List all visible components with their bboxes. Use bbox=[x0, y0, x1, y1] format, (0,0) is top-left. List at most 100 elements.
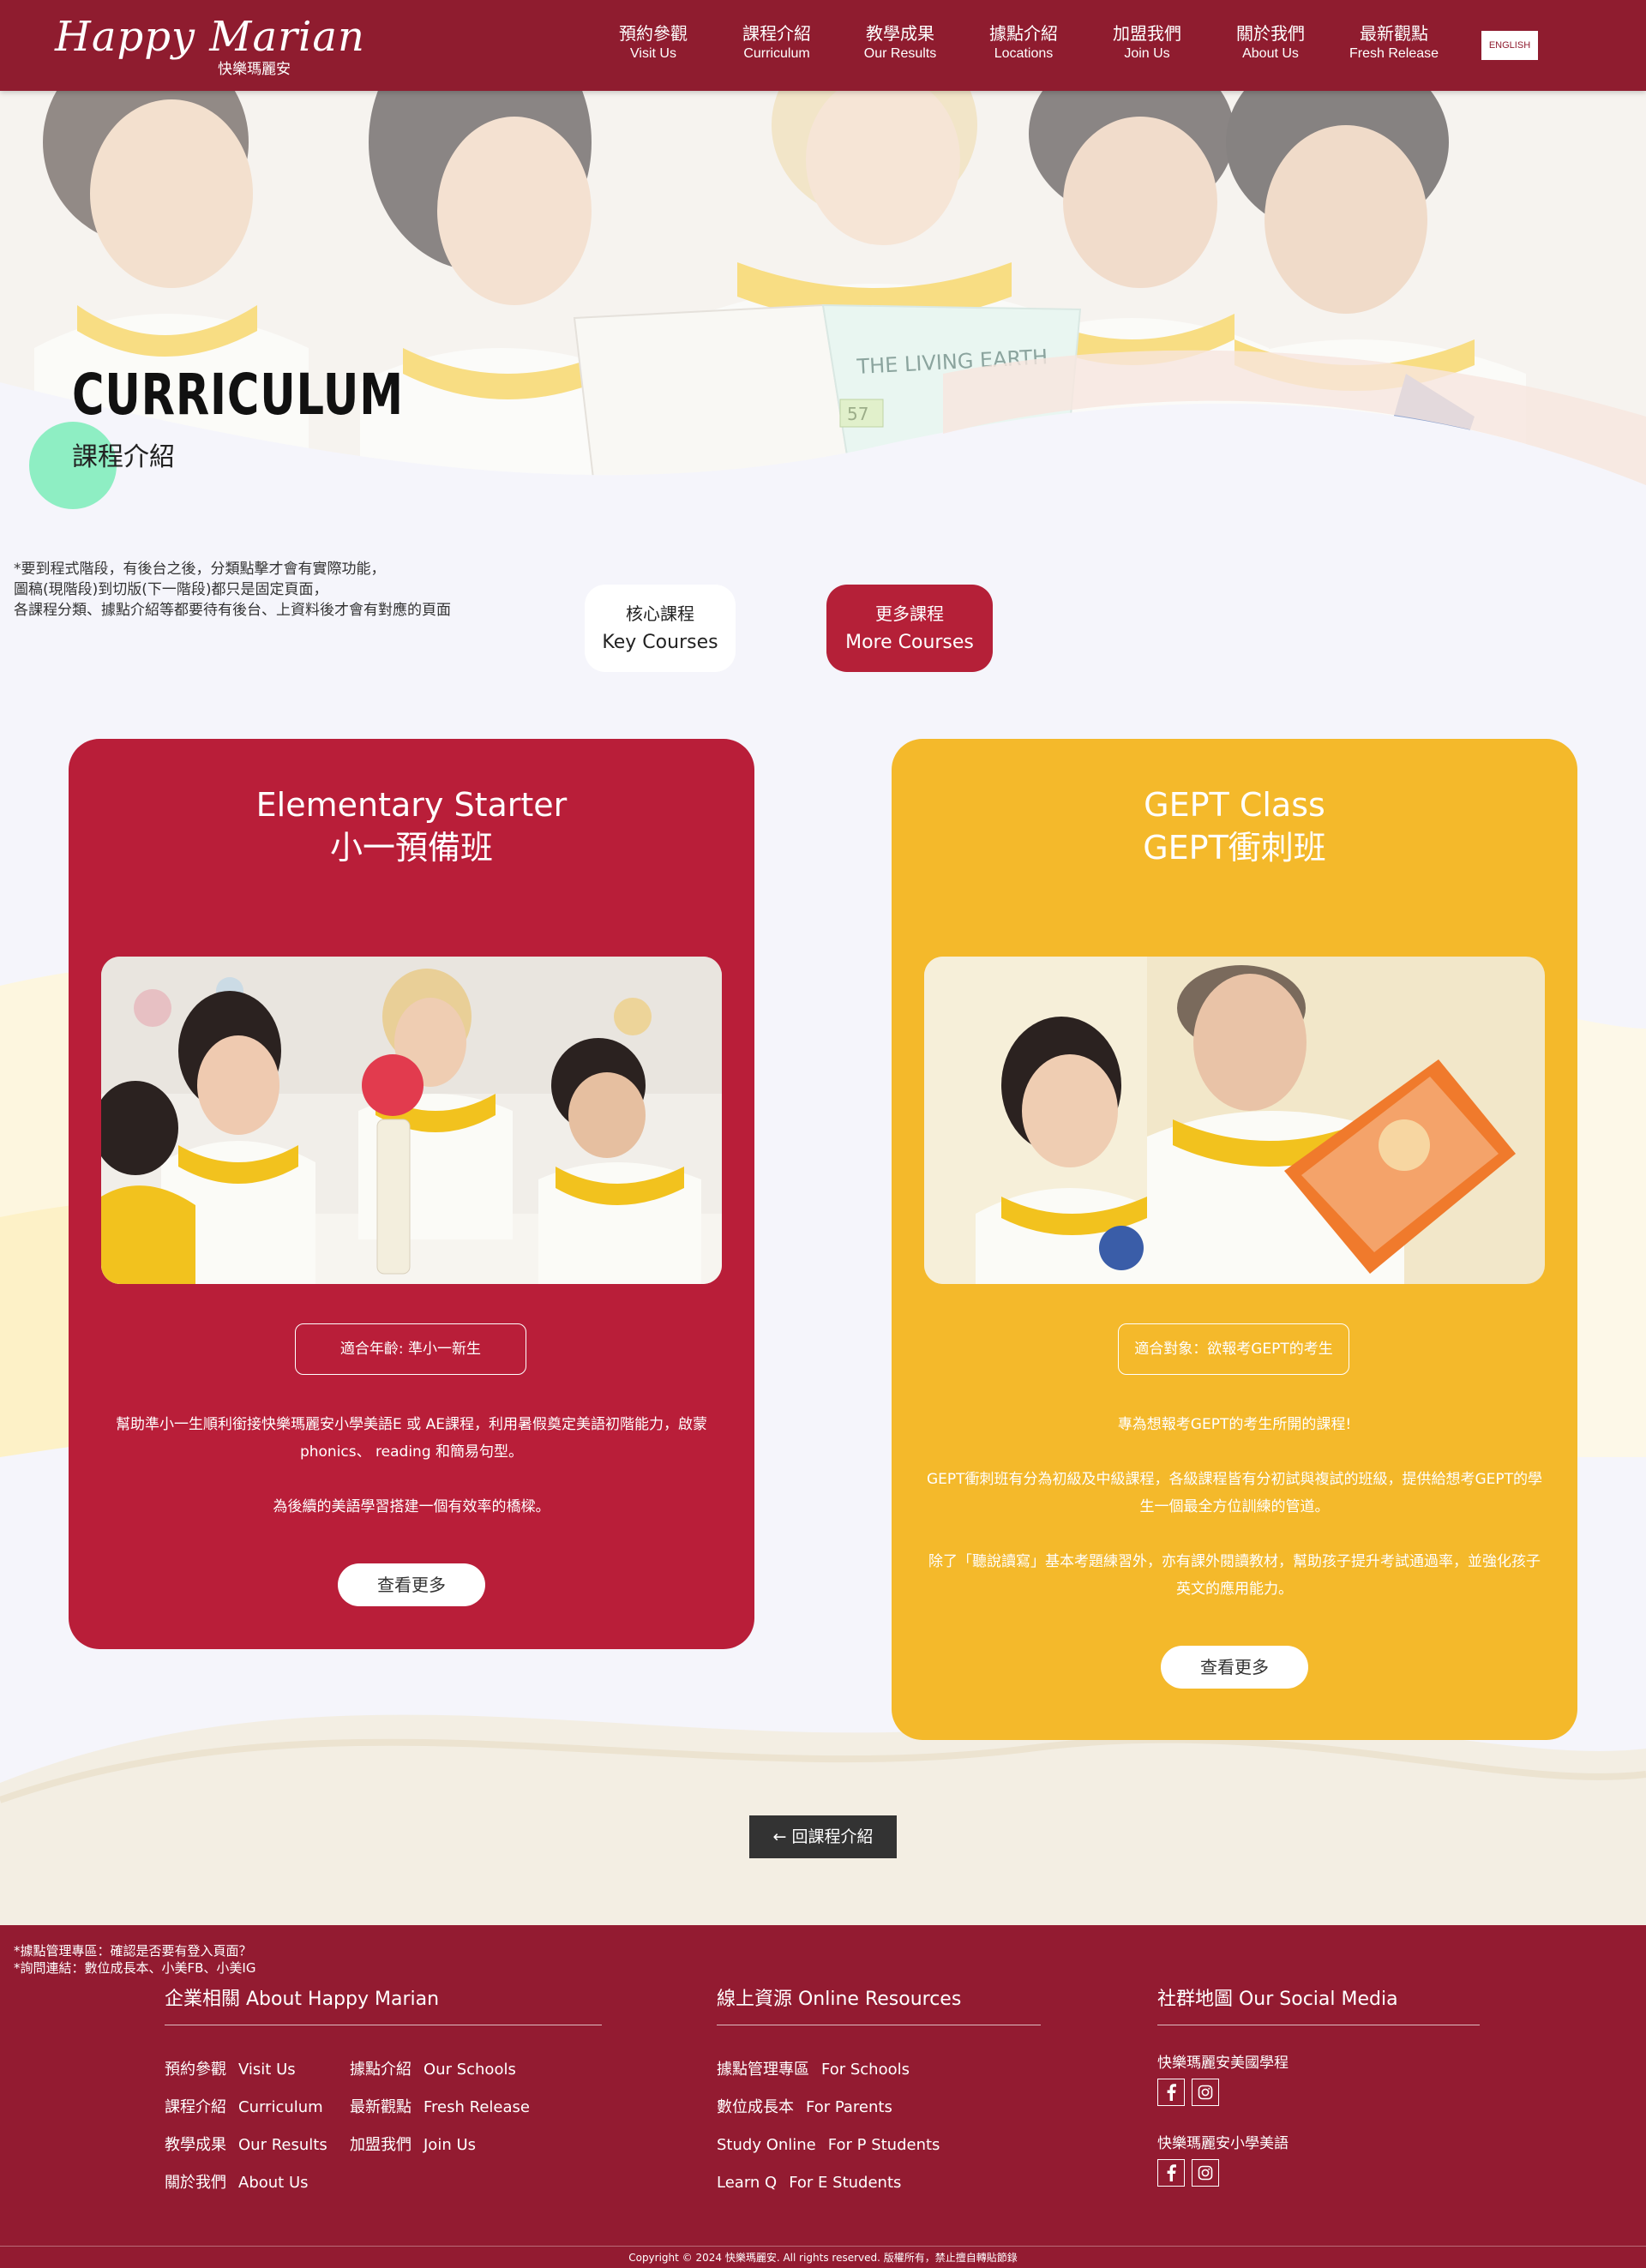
tab-label-zh: 核心課程 bbox=[626, 603, 694, 624]
footer-link-zh: Study Online bbox=[717, 2136, 816, 2154]
tab-label-en: More Courses bbox=[845, 632, 974, 653]
course-photo-teacher-reading bbox=[924, 957, 1545, 1284]
facebook-icon[interactable] bbox=[1157, 2159, 1185, 2187]
course-card-title: Elementary Starter 小一預備班 bbox=[69, 783, 754, 869]
nav-label-zh: 加盟我們 bbox=[1113, 23, 1181, 44]
nav-label-en: Our Results bbox=[863, 46, 937, 61]
footer-link-zh: 數位成長本 bbox=[717, 2098, 794, 2116]
view-more-button[interactable]: 查看更多 bbox=[338, 1563, 485, 1606]
nav-label-zh: 最新觀點 bbox=[1360, 23, 1428, 44]
social-icons bbox=[1157, 2159, 1480, 2187]
nav-label-zh: 關於我們 bbox=[1236, 23, 1305, 44]
footer-link-en: For Parents bbox=[806, 2098, 892, 2116]
footer-link-join-us[interactable]: 加盟我們 Join Us bbox=[350, 2127, 556, 2164]
social-icons bbox=[1157, 2079, 1480, 2106]
language-toggle-button[interactable]: ENGLISH bbox=[1481, 31, 1538, 60]
footer-link-en: Our Results bbox=[238, 2136, 327, 2154]
footer-link-en: For E Students bbox=[789, 2174, 902, 2192]
footer-link-about-us[interactable]: 關於我們 About Us bbox=[165, 2164, 350, 2202]
nav-label-en: Visit Us bbox=[630, 46, 676, 61]
footer-link-en: About Us bbox=[238, 2174, 309, 2192]
facebook-icon[interactable] bbox=[1157, 2079, 1185, 2106]
back-to-curriculum-button[interactable]: ← 回課程介紹 bbox=[749, 1815, 897, 1858]
social-group-elementary-english: 快樂瑪麗安小學美語 bbox=[1157, 2132, 1480, 2187]
nav-item-fresh-release[interactable]: 最新觀點 Fresh Release bbox=[1332, 22, 1456, 63]
tab-label-en: Key Courses bbox=[602, 632, 718, 653]
footer-link-en: Curriculum bbox=[238, 2098, 323, 2116]
hero-wave bbox=[0, 350, 1646, 537]
nav-item-about-us[interactable]: 關於我們 About Us bbox=[1209, 22, 1332, 63]
footer-link-zh: 據點管理專區 bbox=[717, 2061, 809, 2079]
footer-link-en: Our Schools bbox=[424, 2061, 516, 2079]
footer-link-study-online[interactable]: Study Online For P Students bbox=[717, 2127, 1041, 2164]
footer-links-about: 預約參觀 Visit Us 據點介紹 Our Schools 課程介紹 Curricu… bbox=[165, 2051, 602, 2202]
copyright-text: Copyright © 2024 快樂瑪麗安. All rights reser… bbox=[0, 2246, 1646, 2268]
page-title: CURRICULUM bbox=[72, 362, 404, 428]
course-title-zh: 小一預備班 bbox=[329, 829, 493, 867]
course-card-title: GEPT Class GEPT衝刺班 bbox=[892, 783, 1577, 869]
view-more-button[interactable]: 查看更多 bbox=[1161, 1646, 1308, 1689]
course-title-en: Elementary Starter bbox=[255, 786, 568, 824]
logo-script-text: Happy Marian bbox=[55, 13, 365, 61]
footer-link-for-parents[interactable]: 數位成長本 For Parents bbox=[717, 2089, 1041, 2127]
course-description-paragraph: 幫助準小一生順利銜接快樂瑪麗安小學美語E 或 AE課程，利用暑假奠定美語初階能力… bbox=[116, 1416, 707, 1461]
footer-link-for-schools[interactable]: 據點管理專區 For Schools bbox=[717, 2051, 1041, 2089]
nav-item-locations[interactable]: 據點介紹 Locations bbox=[962, 22, 1085, 63]
course-audience-tag: 適合對象：欲報考GEPT的考生 bbox=[1118, 1323, 1349, 1375]
nav-label-en: Join Us bbox=[1124, 46, 1170, 61]
footer-link-zh: 最新觀點 bbox=[350, 2098, 412, 2116]
nav-item-curriculum[interactable]: 課程介紹 Curriculum bbox=[715, 22, 838, 63]
tab-key-courses[interactable]: 核心課程 Key Courses bbox=[585, 585, 736, 672]
nav-item-visit-us[interactable]: 預約參觀 Visit Us bbox=[592, 22, 715, 63]
footer-column-social-media: 社群地圖 Our Social Media 快樂瑪麗安美國學程 快樂瑪麗安小學美… bbox=[1157, 1985, 1480, 2187]
nav-label-en: Curriculum bbox=[743, 46, 810, 61]
course-description: 幫助準小一生順利銜接快樂瑪麗安小學美語E 或 AE課程，利用暑假奠定美語初階能力… bbox=[103, 1411, 720, 1548]
footer-link-our-results[interactable]: 教學成果 Our Results bbox=[165, 2127, 350, 2164]
footer-link-en: Visit Us bbox=[238, 2061, 296, 2079]
footer-link-zh: Learn Q bbox=[717, 2174, 778, 2192]
footer-column-title: 社群地圖 Our Social Media bbox=[1157, 1985, 1480, 2025]
footer-link-fresh-release[interactable]: 最新觀點 Fresh Release bbox=[350, 2089, 556, 2127]
nav-item-join-us[interactable]: 加盟我們 Join Us bbox=[1085, 22, 1209, 63]
course-photo-balloon-experiment bbox=[101, 957, 722, 1284]
footer-link-curriculum[interactable]: 課程介紹 Curriculum bbox=[165, 2089, 350, 2127]
tab-label-zh: 更多課程 bbox=[875, 603, 944, 624]
footer-link-visit-us[interactable]: 預約參觀 Visit Us bbox=[165, 2051, 350, 2089]
course-age-tag: 適合年齡: 準小一新生 bbox=[295, 1323, 526, 1375]
course-card-gept-class: GEPT Class GEPT衝刺班 適合對象：欲報考GEPT的考生 專為想報考… bbox=[892, 739, 1577, 1740]
site-footer: *據點管理專區：確認是否要有登入頁面？ *詢問連結：數位成長本、小美FB、小美I… bbox=[0, 1925, 1646, 2268]
nav-label-zh: 教學成果 bbox=[866, 23, 934, 44]
course-description-paragraph: 除了「聽說讀寫」基本考題練習外，亦有課外閱讀教材，幫助孩子提升考試通過率，並強化… bbox=[928, 1553, 1541, 1598]
tab-more-courses[interactable]: 更多課程 More Courses bbox=[826, 585, 993, 672]
course-description-paragraph: 專為想報考GEPT的考生所開的課程! bbox=[1117, 1416, 1352, 1433]
instagram-icon[interactable] bbox=[1192, 2159, 1219, 2187]
nav-label-zh: 預約參觀 bbox=[619, 23, 688, 44]
footer-link-zh: 加盟我們 bbox=[350, 2136, 412, 2154]
course-description-paragraph: 為後續的美語學習搭建一個有效率的橋樑。 bbox=[273, 1498, 550, 1515]
footer-link-zh: 據點介紹 bbox=[350, 2061, 412, 2079]
footer-links-resources: 據點管理專區 For Schools 數位成長本 For Parents Study… bbox=[717, 2051, 1041, 2202]
footer-link-learn-q[interactable]: Learn Q For E Students bbox=[717, 2164, 1041, 2202]
footer-link-zh: 預約參觀 bbox=[165, 2061, 226, 2079]
footer-link-zh: 關於我們 bbox=[165, 2174, 226, 2192]
footer-column-online-resources: 線上資源 Online Resources 據點管理專區 For Schools … bbox=[717, 1985, 1041, 2202]
footer-column-about: 企業相關 About Happy Marian 預約參觀 Visit Us 據點介… bbox=[165, 1985, 602, 2202]
course-title-en: GEPT Class bbox=[1144, 786, 1325, 824]
hero-banner: THE LIVING EARTH 57 CURRICULUM 課程介紹 bbox=[0, 91, 1646, 537]
course-description: 專為想報考GEPT的考生所開的課程! GEPT衝刺班有分為初級及中級課程，各級課… bbox=[926, 1411, 1543, 1630]
main-nav: 預約參觀 Visit Us 課程介紹 Curriculum 教學成果 Our Resu… bbox=[592, 22, 1456, 63]
footer-link-our-schools[interactable]: 據點介紹 Our Schools bbox=[350, 2051, 556, 2089]
footer-developer-note: *據點管理專區：確認是否要有登入頁面？ *詢問連結：數位成長本、小美FB、小美I… bbox=[14, 1943, 256, 1976]
social-group-label: 快樂瑪麗安美國學程 bbox=[1157, 2055, 1289, 2072]
footer-link-zh: 教學成果 bbox=[165, 2136, 226, 2154]
nav-label-zh: 據點介紹 bbox=[989, 23, 1058, 44]
nav-label-zh: 課程介紹 bbox=[742, 23, 811, 44]
footer-link-en: Join Us bbox=[424, 2136, 477, 2154]
instagram-icon[interactable] bbox=[1192, 2079, 1219, 2106]
top-navigation-bar: Happy Marian 快樂瑪麗安 預約參觀 Visit Us 課程介紹 Curr… bbox=[0, 0, 1646, 91]
nav-label-en: About Us bbox=[1242, 46, 1299, 61]
social-group-label: 快樂瑪麗安小學美語 bbox=[1157, 2135, 1289, 2152]
course-card-elementary-starter: Elementary Starter 小一預備班 適合年齡: 準小一新生 幫助準… bbox=[69, 739, 754, 1649]
nav-item-our-results[interactable]: 教學成果 Our Results bbox=[838, 22, 962, 63]
happy-marian-logo[interactable]: Happy Marian 快樂瑪麗安 bbox=[55, 13, 365, 78]
